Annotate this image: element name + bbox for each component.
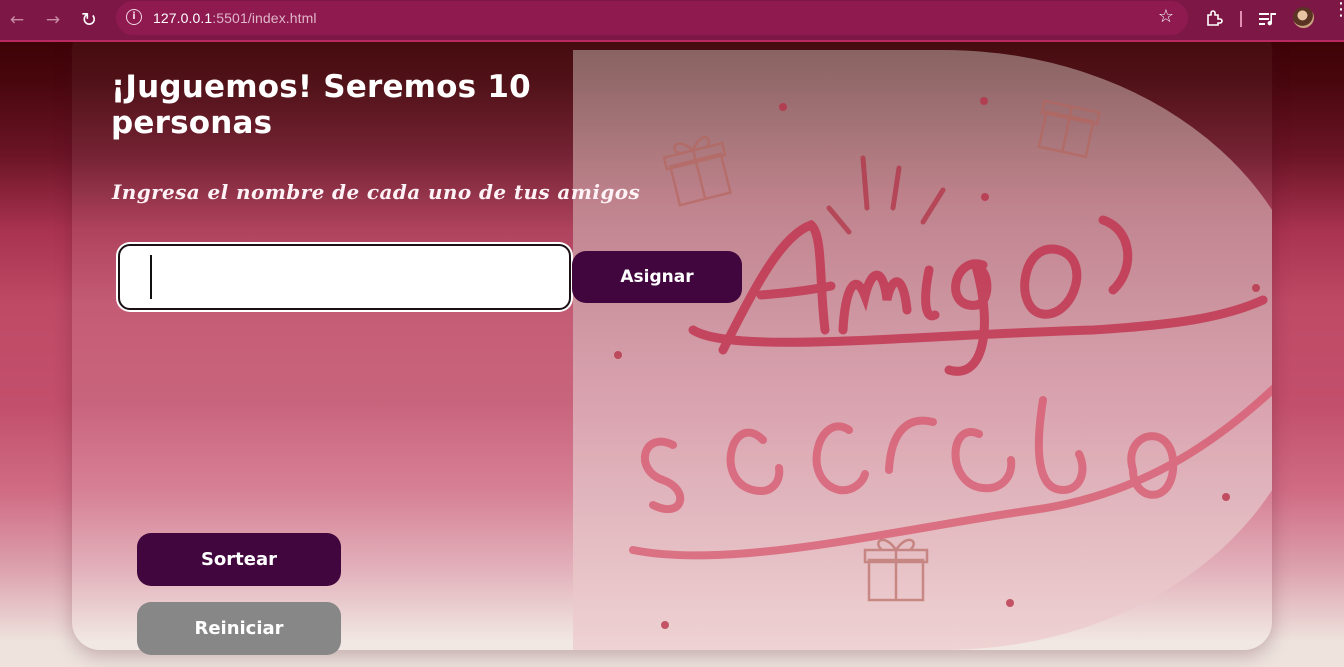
page-subtitle: Ingresa el nombre de cada uno de tus ami…: [112, 180, 641, 204]
site-info-icon[interactable]: i: [126, 9, 142, 25]
forward-arrow-icon[interactable]: →: [42, 9, 64, 31]
text-caret: [150, 255, 152, 299]
friend-name-input[interactable]: [118, 244, 571, 310]
bookmark-star-icon[interactable]: ☆: [1158, 6, 1174, 27]
page-background: ¡Juguemos! Seremos 10 personas Ingresa e…: [0, 42, 1344, 667]
toolbar-divider: [1240, 11, 1242, 27]
browser-menu-icon[interactable]: ⋮: [1332, 1, 1344, 19]
address-bar[interactable]: i 127.0.0.1:5501/index.html ☆: [116, 1, 1188, 35]
hero-image: [573, 50, 1272, 650]
url-path: :5501/index.html: [212, 10, 317, 26]
media-control-icon[interactable]: [1258, 10, 1278, 28]
reset-button[interactable]: Reiniciar: [137, 602, 341, 655]
draw-button[interactable]: Sortear: [137, 533, 341, 586]
browser-toolbar: ← → ↻ i 127.0.0.1:5501/index.html ☆ ⋮: [0, 0, 1344, 42]
profile-avatar[interactable]: [1293, 7, 1314, 28]
page-title: ¡Juguemos! Seremos 10 personas: [111, 69, 531, 141]
url-host: 127.0.0.1: [153, 10, 213, 26]
extensions-puzzle-icon[interactable]: [1205, 9, 1223, 27]
reload-icon[interactable]: ↻: [78, 9, 100, 31]
back-arrow-icon[interactable]: ←: [6, 9, 28, 31]
url-text[interactable]: 127.0.0.1:5501/index.html: [153, 10, 317, 26]
assign-button[interactable]: Asignar: [572, 251, 742, 303]
amigo-secreto-illustration: [614, 97, 1272, 629]
